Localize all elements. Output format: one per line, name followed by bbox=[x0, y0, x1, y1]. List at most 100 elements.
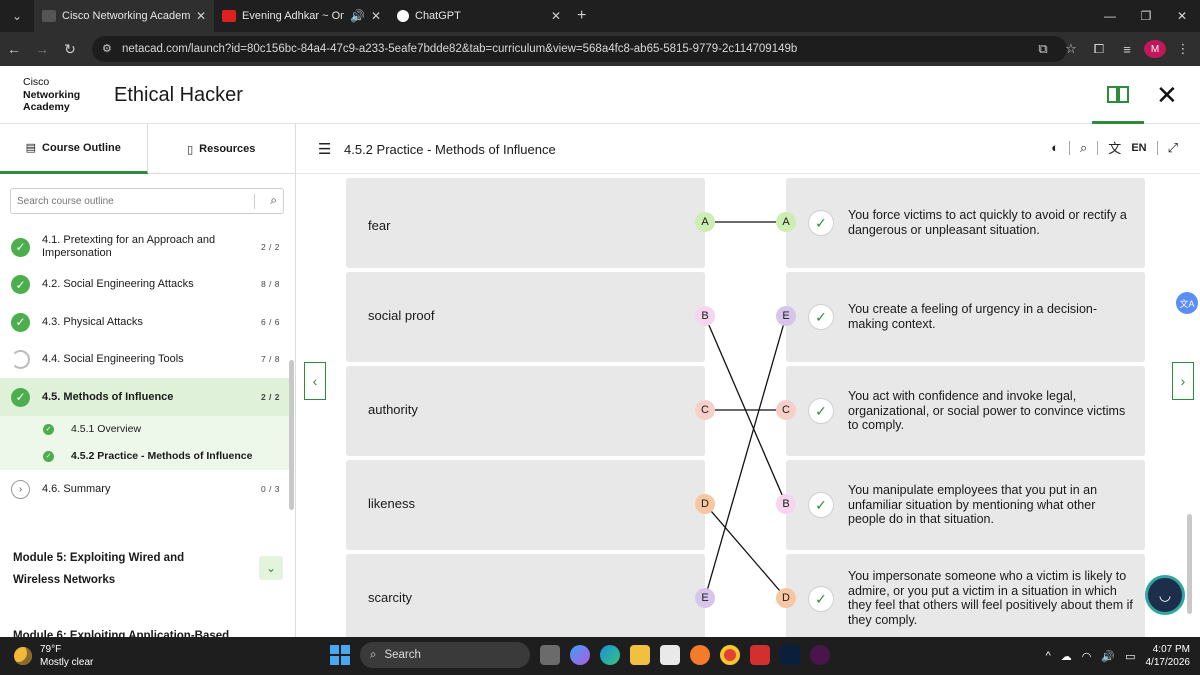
store-icon[interactable] bbox=[660, 645, 680, 665]
site-info-icon[interactable]: ⚙ bbox=[102, 42, 112, 55]
url-text: netacad.com/launch?id=80c156bc-84a4-47c9… bbox=[122, 43, 798, 55]
search-icon[interactable]: ⌕ bbox=[1080, 140, 1087, 156]
subitem-label: 4.5.1 Overview bbox=[71, 423, 142, 435]
term-letter-badge[interactable]: A bbox=[695, 212, 715, 232]
definition-letter-badge[interactable]: A bbox=[776, 212, 796, 232]
onedrive-icon[interactable]: ☁ bbox=[1061, 650, 1072, 663]
dark-mode-icon[interactable]: ◐ bbox=[1051, 140, 1059, 155]
battery-icon[interactable]: ▭ bbox=[1125, 650, 1135, 663]
term-letter-badge[interactable]: B bbox=[695, 306, 715, 326]
clock-time: 4:07 PM bbox=[1152, 644, 1190, 655]
close-tab-icon[interactable]: ✕ bbox=[196, 9, 206, 23]
tab-resources[interactable]: ▯ Resources bbox=[148, 124, 296, 174]
language-icon[interactable]: 文 bbox=[1108, 138, 1121, 157]
file-explorer-icon[interactable] bbox=[630, 645, 650, 665]
tab-label: Resources bbox=[199, 143, 256, 155]
chevron-right-icon: › bbox=[11, 480, 30, 499]
collapse-menu-icon[interactable]: ☰ bbox=[318, 140, 331, 158]
sidebar-scrollbar[interactable] bbox=[289, 360, 294, 510]
outline-subitem[interactable]: ✓ 4.5.1 Overview bbox=[0, 415, 290, 443]
tab-course-outline[interactable]: ▤ Course Outline bbox=[0, 124, 148, 174]
edge-icon[interactable] bbox=[600, 645, 620, 665]
term-letter-badge[interactable]: D bbox=[695, 494, 715, 514]
outline-item-count: 2 / 2 bbox=[260, 241, 280, 252]
clock-date: 4/17/2026 bbox=[1145, 657, 1191, 668]
task-view-icon[interactable] bbox=[540, 645, 560, 665]
more-menu-icon[interactable]: ⋮ bbox=[1172, 41, 1194, 57]
language-label[interactable]: EN bbox=[1131, 142, 1146, 154]
bookmark-star-icon[interactable]: ☆ bbox=[1060, 41, 1082, 57]
page-title: 4.5.2 Practice - Methods of Influence bbox=[344, 142, 556, 157]
address-bar-row: ← → ↻ ⚙ netacad.com/launch?id=80c156bc-8… bbox=[0, 32, 1200, 66]
tab-search-icon[interactable]: ⌄ bbox=[0, 0, 34, 32]
browser-tab-bar: ⌄ Cisco Networking Academy: Eth ✕ Evenin… bbox=[0, 0, 1200, 32]
reload-icon[interactable]: ↻ bbox=[56, 32, 84, 66]
definition-letter-badge[interactable]: D bbox=[776, 588, 796, 608]
outline-item[interactable]: ✓ 4.1. Pretexting for an Approach and Im… bbox=[0, 228, 290, 266]
weather-widget[interactable]: 79°F Mostly clear bbox=[14, 643, 93, 669]
profile-avatar[interactable]: M bbox=[1144, 40, 1166, 58]
logo-line: Academy bbox=[23, 101, 70, 113]
outline-item-count: 6 / 6 bbox=[260, 316, 280, 327]
forward-icon[interactable]: → bbox=[28, 32, 56, 66]
firefox-icon[interactable] bbox=[690, 645, 710, 665]
matching-activity: ‹ › fear social proof authority likeness… bbox=[296, 174, 1200, 637]
restore-icon[interactable]: ❐ bbox=[1128, 0, 1164, 32]
copilot-icon[interactable] bbox=[570, 645, 590, 665]
chrome-icon[interactable] bbox=[720, 645, 740, 665]
definition-letter-badge[interactable]: E bbox=[776, 306, 796, 326]
cisco-logo[interactable]: Cisco Networking Academy bbox=[23, 76, 80, 114]
new-tab-icon[interactable]: + bbox=[577, 7, 586, 25]
tab-chatgpt[interactable]: ChatGPT ✕ bbox=[389, 0, 569, 32]
close-tab-icon[interactable]: ✕ bbox=[551, 9, 561, 23]
tab-cisco[interactable]: Cisco Networking Academy: Eth ✕ bbox=[34, 0, 214, 32]
wifi-icon[interactable]: ◠ bbox=[1082, 650, 1092, 663]
outline-item-label: 4.4. Social Engineering Tools bbox=[42, 353, 184, 365]
outline-item[interactable]: › 4.6. Summary 0 / 3 bbox=[0, 470, 290, 509]
start-icon[interactable] bbox=[330, 645, 350, 665]
reading-list-icon[interactable]: ≡ bbox=[1116, 42, 1138, 57]
module-6-heading[interactable]: Module 6: Exploiting Application-Based bbox=[0, 625, 290, 637]
outline-item-count: 8 / 8 bbox=[260, 279, 280, 290]
outline-item-selected[interactable]: ✓ 4.5. Methods of Influence 2 / 2 bbox=[0, 378, 290, 416]
definition-letter-badge[interactable]: B bbox=[776, 494, 796, 514]
audio-icon[interactable]: 🔊 bbox=[350, 9, 365, 23]
outline-item[interactable]: 4.4. Social Engineering Tools 7 / 8 bbox=[0, 341, 290, 379]
slack-icon[interactable] bbox=[810, 645, 830, 665]
term-letter-badge[interactable]: C bbox=[695, 400, 715, 420]
minimize-icon[interactable]: — bbox=[1092, 0, 1128, 32]
check-icon: ✓ bbox=[11, 275, 30, 295]
close-window-icon[interactable]: ✕ bbox=[1164, 0, 1200, 32]
outline-item-count: 0 / 3 bbox=[260, 484, 280, 494]
temperature: 79°F bbox=[40, 644, 62, 655]
extensions-icon[interactable]: ⧠ bbox=[1088, 41, 1110, 57]
search-icon[interactable]: ⌕ bbox=[270, 193, 277, 208]
close-course-icon[interactable]: ✕ bbox=[1156, 80, 1178, 111]
term-letter-badge[interactable]: E bbox=[695, 588, 715, 608]
taskbar-search[interactable]: ⌕ Search bbox=[360, 642, 530, 668]
outline-search-input[interactable] bbox=[11, 189, 251, 213]
close-tab-icon[interactable]: ✕ bbox=[371, 9, 381, 23]
back-icon[interactable]: ← bbox=[0, 32, 28, 66]
outline-item-label: 4.2. Social Engineering Attacks bbox=[42, 278, 194, 290]
chevron-down-icon[interactable]: ⌄ bbox=[259, 556, 283, 580]
tab-youtube[interactable]: Evening Adhkar ~ Omer Hi 🔊 ✕ bbox=[214, 0, 389, 32]
expand-icon[interactable]: ⤢ bbox=[1168, 140, 1178, 156]
module-5-heading[interactable]: Module 5: Exploiting Wired and Wireless … bbox=[0, 547, 290, 591]
outline-subitem-current[interactable]: ✓ 4.5.2 Practice - Methods of Influence bbox=[0, 442, 290, 470]
wps-icon[interactable] bbox=[750, 645, 770, 665]
outline-item[interactable]: ✓ 4.2. Social Engineering Attacks 8 / 8 bbox=[0, 266, 290, 304]
course-sidebar: ▤ Course Outline ▯ Resources ⌕ ✓ 4.1. Pr… bbox=[0, 124, 296, 637]
install-icon[interactable]: ⧉ bbox=[1032, 41, 1054, 57]
module-title-line: Module 5: Exploiting Wired and bbox=[13, 552, 185, 564]
definition-letter-badge[interactable]: C bbox=[776, 400, 796, 420]
taskbar-apps: ⌕ Search bbox=[330, 642, 830, 668]
divider bbox=[1069, 140, 1071, 155]
clock[interactable]: 4:07 PM 4/17/2026 bbox=[1146, 643, 1191, 669]
book-icon[interactable] bbox=[1092, 66, 1144, 124]
photoshop-icon[interactable] bbox=[780, 645, 800, 665]
volume-icon[interactable]: 🔊 bbox=[1101, 650, 1115, 663]
chevron-up-icon[interactable]: ^ bbox=[1046, 650, 1051, 662]
url-field[interactable]: ⚙ netacad.com/launch?id=80c156bc-84a4-47… bbox=[92, 36, 1067, 62]
outline-item[interactable]: ✓ 4.3. Physical Attacks 6 / 6 bbox=[0, 303, 290, 341]
